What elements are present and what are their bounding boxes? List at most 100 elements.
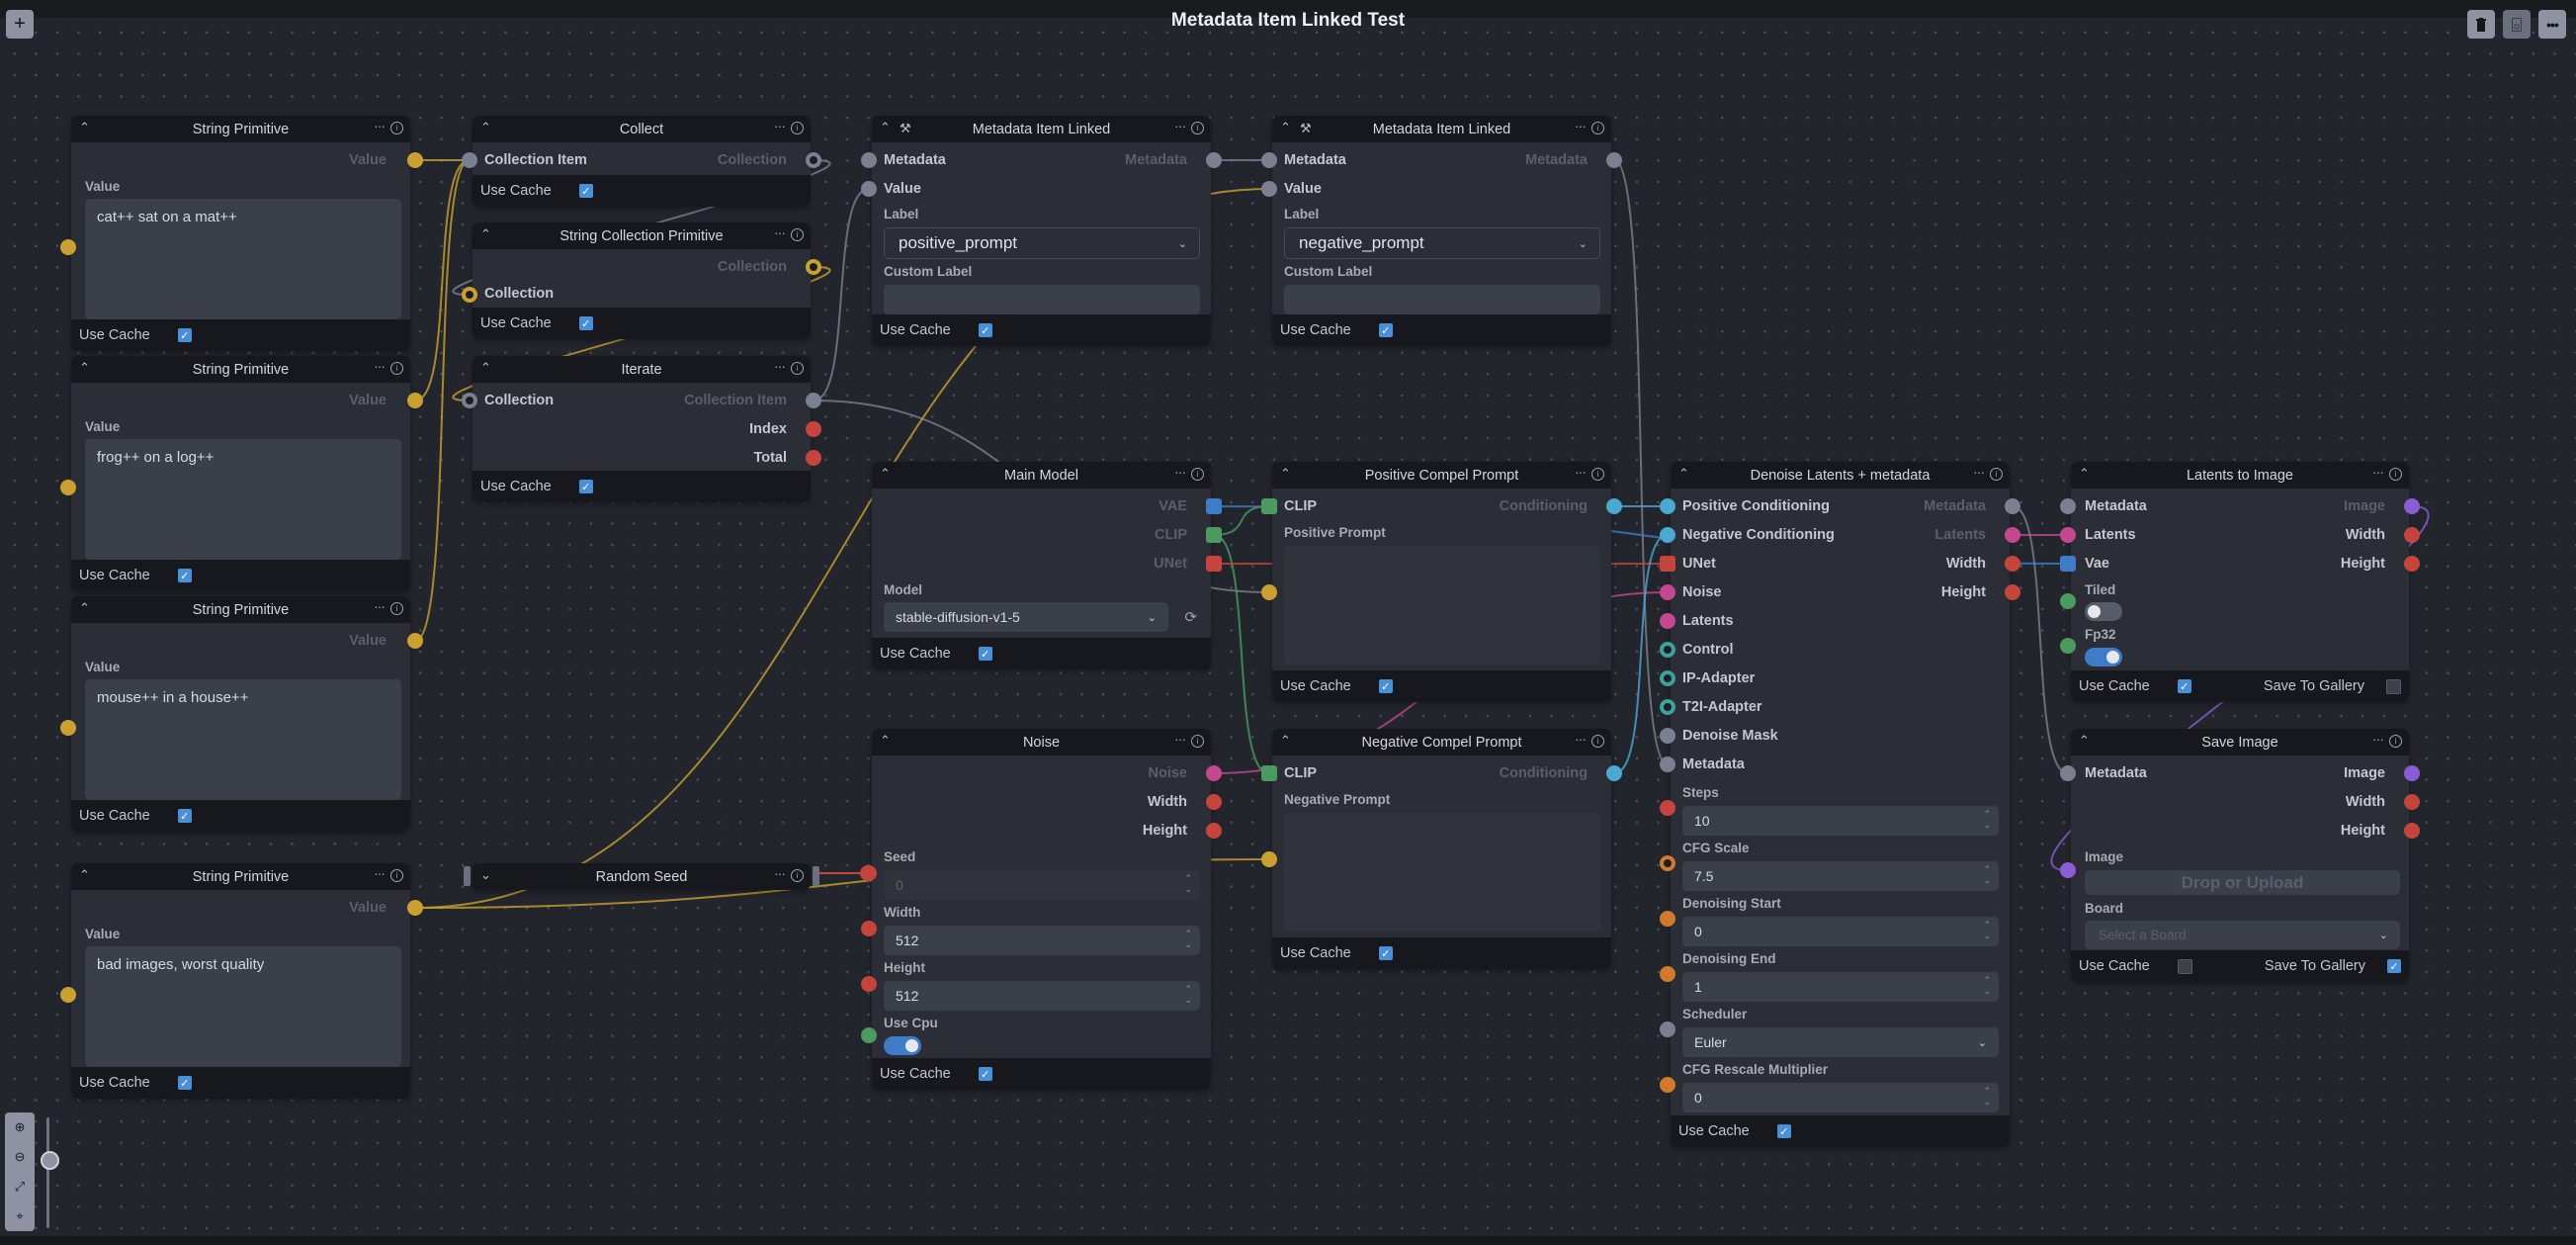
expand-chevron-icon[interactable]: ⌄ [480, 867, 491, 883]
stepper-icon[interactable]: ⌃ ⌄ [1184, 984, 1192, 1006]
chevron-down-icon[interactable]: ⌄ [1978, 1036, 1987, 1049]
use-cache-checkbox[interactable]: ✓ [978, 1067, 992, 1081]
handle-dn-in-unet[interactable] [1660, 556, 1675, 572]
handle-pos-out-cond[interactable] [1606, 498, 1622, 514]
handle-collect-in-item[interactable] [462, 152, 477, 168]
info-icon[interactable]: i [791, 122, 804, 134]
cfg-scale-input[interactable]: 7.5 ⌃ ⌄ [1682, 861, 1999, 891]
handle-save-out-height[interactable] [2404, 823, 2420, 839]
more-icon[interactable]: ··· [774, 865, 786, 881]
node-main-model[interactable]: ⌃ Main Model ··· i VAE CLIP UNet Model s… [872, 462, 1211, 669]
delete-workflow-button[interactable] [2467, 10, 2495, 39]
info-icon[interactable]: i [1191, 468, 1204, 481]
handle-dn-in-sched[interactable] [1660, 1022, 1675, 1037]
node-header[interactable]: ⌃ ⚒ Metadata Item Linked ··· i [1272, 116, 1611, 142]
use-cache-checkbox[interactable]: ✓ [1776, 1124, 1791, 1138]
more-icon[interactable]: ··· [1575, 464, 1587, 480]
handle-noise-out-width[interactable] [1206, 794, 1222, 810]
node-header[interactable]: ⌃ Iterate ··· i [472, 356, 811, 383]
node-metadata-item-linked-1[interactable]: ⌃ ⚒ Metadata Item Linked ··· i Metadata … [872, 116, 1211, 346]
node-noise[interactable]: ⌃ Noise ··· i Noise Width Height Seed 0 ⌃… [872, 729, 1211, 1090]
node-header[interactable]: ⌃ Negative Compel Prompt ··· i [1272, 729, 1611, 756]
save-to-gallery-checkbox[interactable]: ✓ [2387, 959, 2401, 973]
handle-noise-out-noise[interactable] [1206, 765, 1222, 781]
more-options-button[interactable]: ••• [2538, 10, 2566, 39]
more-icon[interactable]: ··· [1973, 464, 1985, 480]
use-cache-checkbox[interactable]: ✓ [978, 323, 992, 337]
use-cache-checkbox[interactable]: ✓ [1378, 323, 1393, 337]
value-textarea[interactable]: bad images, worst quality [85, 946, 401, 1067]
handle-sp2-out-value[interactable] [407, 393, 423, 408]
save-workflow-button[interactable] [2503, 10, 2531, 39]
info-icon[interactable]: i [390, 362, 403, 375]
node-header[interactable]: ⌃ ⚒ Metadata Item Linked ··· i [872, 116, 1211, 142]
info-icon[interactable]: i [1191, 735, 1204, 748]
info-icon[interactable]: i [791, 362, 804, 375]
node-header[interactable]: ⌃ Noise ··· i [872, 729, 1211, 756]
info-icon[interactable]: i [1591, 122, 1604, 134]
handle-sp1-out-value[interactable] [407, 152, 423, 168]
info-icon[interactable]: i [1591, 468, 1604, 481]
use-cache-checkbox[interactable]: ✓ [978, 647, 992, 661]
node-header[interactable]: ⌃ Positive Compel Prompt ··· i [1272, 462, 1611, 489]
zoom-slider-handle[interactable] [41, 1151, 59, 1170]
handle-iterate-out-item[interactable] [806, 393, 821, 408]
use-cache-checkbox[interactable]: ✓ [1378, 946, 1393, 960]
collapse-chevron-icon[interactable]: ⌃ [480, 226, 491, 242]
node-header[interactable]: ⌃ String Collection Primitive ··· i [472, 222, 811, 249]
use-cache-checkbox[interactable]: ✓ [578, 184, 593, 198]
stepper-icon[interactable]: ⌃ ⌄ [1983, 975, 1991, 997]
steps-input[interactable]: 10 ⌃ ⌄ [1682, 806, 1999, 836]
info-icon[interactable]: i [390, 869, 403, 882]
fit-view-icon[interactable]: ⤢ [5, 1172, 35, 1201]
handle-l2i-in-fp32[interactable] [2060, 638, 2076, 654]
height-input[interactable]: 512 ⌃ ⌄ [884, 981, 1200, 1011]
refresh-icon[interactable]: ⟳ [1184, 608, 1197, 626]
handle-mil1-out-metadata[interactable] [1206, 152, 1222, 168]
node-header[interactable]: ⌃ String Primitive ··· i [71, 356, 410, 383]
node-header[interactable]: ⌃ String Primitive ··· i [71, 863, 410, 890]
node-collect[interactable]: ⌃ Collect ··· i Collection Item Collecti… [472, 116, 811, 207]
more-icon[interactable]: ··· [774, 224, 786, 240]
node-random-seed[interactable]: ⌄ Random Seed ··· i [464, 863, 819, 890]
stepper-icon[interactable]: ⌃ ⌄ [1983, 864, 1991, 886]
node-iterate[interactable]: ⌃ Iterate ··· i Collection Collection It… [472, 356, 811, 502]
stepper-icon[interactable]: ⌃ ⌄ [1983, 809, 1991, 831]
node-header[interactable]: ⌃ Collect ··· i [472, 116, 811, 142]
more-icon[interactable]: ··· [374, 598, 386, 614]
info-icon[interactable]: i [2389, 468, 2402, 481]
more-icon[interactable]: ··· [2372, 731, 2384, 747]
more-icon[interactable]: ··· [1575, 731, 1587, 747]
handle-dn-in-cfg[interactable] [1660, 855, 1675, 871]
more-icon[interactable]: ··· [2372, 464, 2384, 480]
handle-noise-in-width[interactable] [861, 921, 877, 936]
collapse-chevron-icon[interactable]: ⌃ [480, 120, 491, 135]
collapse-chevron-icon[interactable]: ⌃ [1280, 466, 1291, 482]
handle-sp4-in[interactable] [60, 987, 76, 1003]
handle-pos-in-prompt[interactable] [1261, 584, 1277, 600]
model-select[interactable]: stable-diffusion-v1-5 ⌄ [884, 602, 1168, 632]
tiled-toggle[interactable] [2085, 602, 2122, 621]
zoom-in-icon[interactable]: ⊕ [5, 1112, 35, 1142]
use-cache-checkbox[interactable]: ✓ [177, 569, 192, 582]
collapse-chevron-icon[interactable]: ⌃ [1678, 466, 1689, 482]
value-textarea[interactable]: frog++ on a log++ [85, 439, 401, 560]
collapse-chevron-icon[interactable]: ⌃ [2079, 466, 2090, 482]
handle-l2i-in-vae[interactable] [2060, 556, 2076, 572]
handle-dn-in-mask[interactable] [1660, 728, 1675, 744]
use-cache-checkbox[interactable]: ✓ [177, 809, 192, 823]
value-textarea[interactable]: cat++ sat on a mat++ [85, 199, 401, 319]
stepper-icon[interactable]: ⌃ ⌄ [1184, 873, 1192, 895]
width-input[interactable]: 512 ⌃ ⌄ [884, 926, 1200, 955]
stepper-icon[interactable]: ⌃ ⌄ [1184, 929, 1192, 950]
collapse-chevron-icon[interactable]: ⌃ [880, 733, 891, 749]
handle-mil1-in-value[interactable] [861, 181, 877, 197]
node-metadata-item-linked-2[interactable]: ⌃ ⚒ Metadata Item Linked ··· i Metadata … [1272, 116, 1611, 346]
handle-mil2-out-metadata[interactable] [1606, 152, 1622, 168]
stepper-icon[interactable]: ⌃ ⌄ [1983, 920, 1991, 941]
info-icon[interactable]: i [390, 602, 403, 615]
node-header[interactable]: ⌃ String Primitive ··· i [71, 116, 410, 142]
handle-neg-in-clip[interactable] [1261, 765, 1277, 781]
more-icon[interactable]: ··· [774, 358, 786, 374]
more-icon[interactable]: ··· [374, 865, 386, 881]
